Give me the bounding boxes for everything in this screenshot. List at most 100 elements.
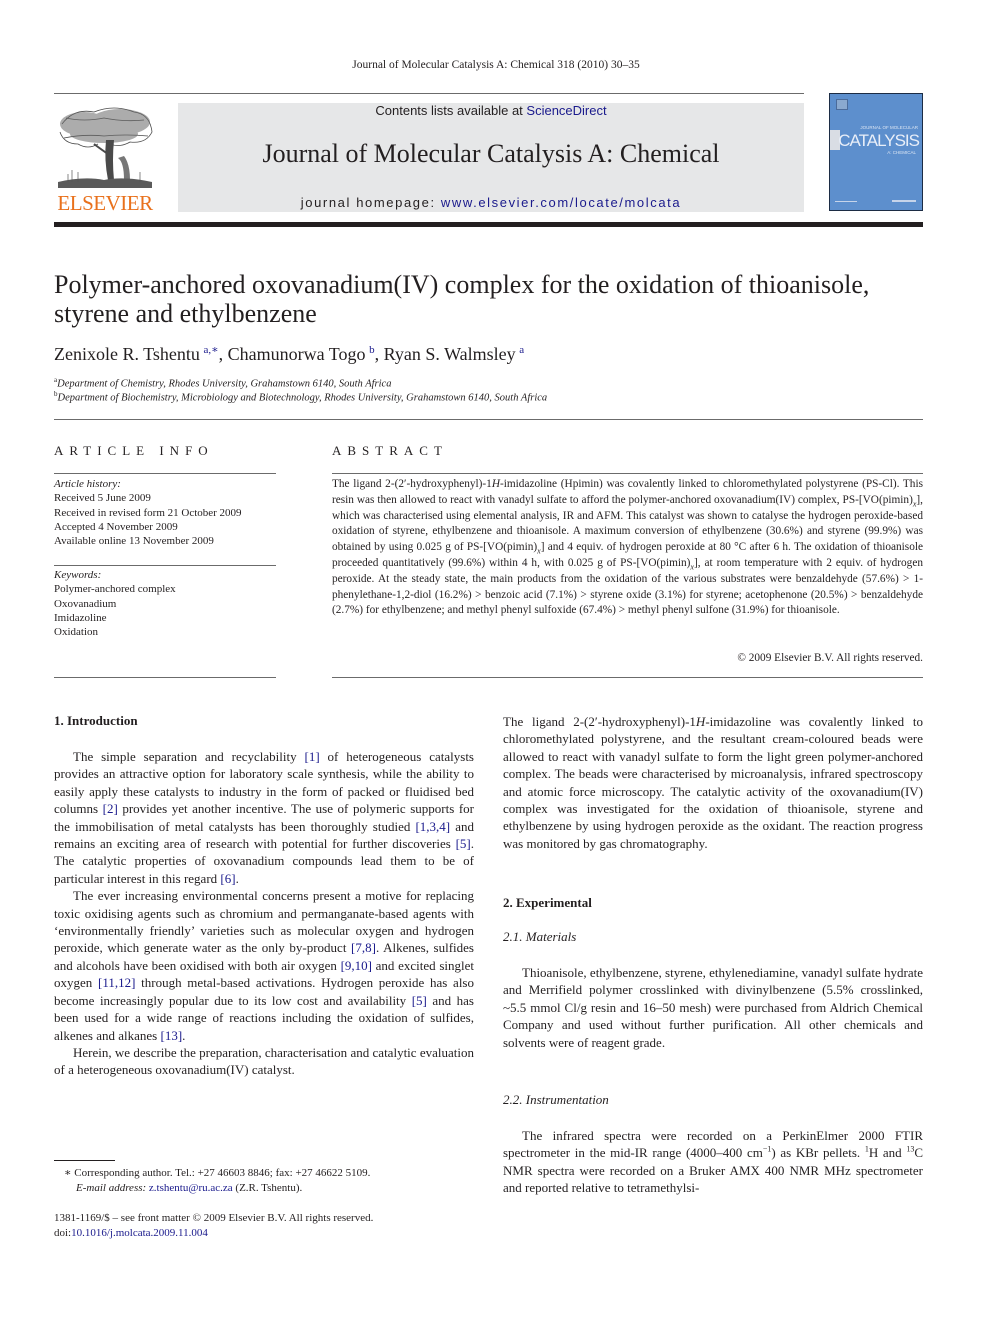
journal-cover-thumbnail[interactable]: JOURNAL OF MOLECULAR CATALYSIS A: CHEMIC… (829, 93, 923, 211)
affiliation: bDepartment of Biochemistry, Microbiolog… (54, 390, 547, 404)
article-info-rule (54, 677, 276, 678)
footnote-email-line: E-mail address: z.tshentu@ru.ac.za (Z.R.… (64, 1181, 370, 1196)
citation-link[interactable]: [1] (304, 749, 319, 764)
text-segment: ) as KBr pellets. (771, 1145, 865, 1161)
affiliation-text: Department of Biochemistry, Microbiology… (57, 392, 548, 404)
keyword: Oxovanadium (54, 597, 117, 610)
email-label: E-mail address: (76, 1182, 149, 1194)
abstract-segment: H (491, 478, 500, 490)
cover-emblem-icon (836, 99, 848, 110)
cover-overline: JOURNAL OF MOLECULAR (860, 125, 918, 130)
history-item: Received in revised form 21 October 2009 (54, 506, 242, 519)
author-name[interactable]: Chamunorwa Togo (228, 344, 366, 364)
journal-name: Journal of Molecular Catalysis A: Chemic… (262, 139, 720, 168)
author-affiliation-mark[interactable]: a (519, 344, 524, 356)
text-segment: provides yet another incentive. The use … (54, 801, 474, 834)
article-info-rule (54, 473, 276, 474)
author-affiliation-mark[interactable]: a,∗ (204, 344, 219, 356)
abstract-segment: The ligand 2-(2′-hydroxyphenyl)-1 (332, 478, 492, 490)
introduction-body: The simple separation and recyclability … (54, 748, 474, 1079)
citation-link[interactable]: [1,3,4] (415, 819, 450, 834)
paragraph: Herein, we describe the preparation, cha… (54, 1044, 474, 1078)
elsevier-logo[interactable]: ELSEVIER (54, 104, 156, 214)
instrumentation-body: The infrared spectra were recorded on a … (503, 1127, 923, 1197)
issn-block: 1381-1169/$ – see front matter © 2009 El… (54, 1211, 373, 1241)
paragraph: The ever increasing environmental concer… (54, 887, 474, 1044)
citation-link[interactable]: [11,12] (98, 975, 135, 990)
masthead-bottom-rule (54, 222, 923, 227)
article-history: Article history: Received 5 June 2009 Re… (54, 477, 242, 548)
doi-link[interactable]: 10.1016/j.molcata.2009.11.004 (71, 1227, 208, 1239)
abstract-copyright: © 2009 Elsevier B.V. All rights reserved… (737, 652, 923, 664)
paragraph: The ligand 2-(2′-hydroxyphenyl)-1H-imida… (503, 713, 923, 852)
issn-line: 1381-1169/$ – see front matter © 2009 El… (54, 1212, 374, 1224)
homepage-line: journal homepage: www.elsevier.com/locat… (178, 195, 804, 210)
citation-link[interactable]: [9,10] (341, 958, 372, 973)
section-heading-experimental: 2. Experimental (503, 895, 592, 910)
sciencedirect-link[interactable]: ScienceDirect (526, 103, 606, 118)
journal-homepage-link[interactable]: www.elsevier.com/locate/molcata (441, 195, 681, 210)
history-label: Article history: (54, 478, 121, 490)
subsection-heading-materials: 2.1. Materials (503, 929, 577, 944)
footnote-rule (54, 1160, 115, 1161)
contents-prefix: Contents lists available at (375, 103, 527, 118)
paragraph: The infrared spectra were recorded on a … (503, 1127, 923, 1197)
doi-prefix: doi: (54, 1227, 72, 1239)
keyword: Polymer-anchored complex (54, 583, 176, 596)
abstract-rule (332, 677, 923, 678)
text-segment: . (235, 870, 239, 886)
tree-icon (58, 107, 153, 188)
abstract-heading: ABSTRACT (332, 443, 448, 458)
section-heading-introduction: 1. Introduction (54, 713, 138, 728)
affiliation-text: Department of Chemistry, Rhodes Universi… (57, 378, 392, 390)
homepage-prefix: journal homepage: (300, 195, 441, 210)
author-affiliation-mark[interactable]: b (369, 344, 375, 356)
text-segment: The simple separation and recyclability (73, 749, 305, 764)
history-item: Accepted 4 November 2009 (54, 520, 178, 533)
author-name[interactable]: Zenixole R. Tshentu (54, 344, 200, 364)
text-segment: The ligand 2-(2′-hydroxyphenyl)-1 (503, 714, 696, 729)
text-segment: -imidazoline was covalently linked to ch… (503, 714, 923, 851)
affiliation: aDepartment of Chemistry, Rhodes Univers… (54, 376, 391, 390)
email-suffix: (Z.R. Tshentu). (232, 1182, 303, 1194)
keywords-label: Keywords: (54, 569, 102, 581)
email-link[interactable]: z.tshentu@ru.ac.za (149, 1182, 233, 1194)
citation-link[interactable]: [13] (160, 1028, 182, 1043)
title-rule (54, 419, 923, 420)
running-head: Journal of Molecular Catalysis A: Chemic… (352, 59, 640, 71)
citation-link[interactable]: [5] (456, 836, 471, 851)
article-title: Polymer-anchored oxovanadium(IV) complex… (54, 270, 870, 328)
citation-link[interactable]: [7,8] (351, 940, 376, 955)
citation-link[interactable]: [5] (412, 993, 427, 1008)
abstract-text: The ligand 2-(2′-hydroxyphenyl)-1H-imida… (332, 477, 923, 619)
article-info-rule (54, 565, 276, 566)
citation-link[interactable]: [6] (220, 871, 235, 886)
cover-title: CATALYSIS (838, 131, 920, 150)
subsection-heading-instrumentation: 2.2. Instrumentation (503, 1092, 609, 1107)
keyword: Oxidation (54, 626, 98, 639)
elsevier-wordmark: ELSEVIER (57, 191, 153, 215)
footnote-contact: ∗ Corresponding author. Tel.: +27 46603 … (64, 1167, 371, 1179)
cover-subtitle: A: CHEMICAL (887, 150, 916, 155)
paragraph: The simple separation and recyclability … (54, 748, 474, 887)
paragraph: Thioanisole, ethylbenzene, styrene, ethy… (503, 965, 923, 1050)
introduction-continued: The ligand 2-(2′-hydroxyphenyl)-1H-imida… (503, 713, 923, 852)
abstract-rule (332, 473, 923, 474)
text-segment: H and (868, 1145, 907, 1161)
materials-body: Thioanisole, ethylbenzene, styrene, ethy… (503, 964, 923, 1051)
corresponding-author-footnote: ∗ Corresponding author. Tel.: +27 46603 … (64, 1166, 370, 1196)
cover-footer-line-left (835, 201, 857, 202)
keyword: Imidazoline (54, 611, 107, 624)
text-segment: H (695, 714, 706, 729)
author-name[interactable]: Ryan S. Walmsley (384, 344, 516, 364)
contents-line: Contents lists available at ScienceDirec… (178, 103, 804, 118)
masthead-top-rule (54, 93, 804, 94)
journal-banner: Contents lists available at ScienceDirec… (178, 103, 804, 212)
history-item: Received 5 June 2009 (54, 492, 151, 505)
citation-link[interactable]: [2] (103, 801, 118, 816)
text-segment: . (182, 1027, 186, 1043)
cover-footer-line-right (892, 200, 916, 202)
article-info-heading: ARTICLE INFO (54, 443, 214, 458)
history-item: Available online 13 November 2009 (54, 535, 214, 548)
doi-line: doi:10.1016/j.molcata.2009.11.004 (54, 1226, 373, 1241)
